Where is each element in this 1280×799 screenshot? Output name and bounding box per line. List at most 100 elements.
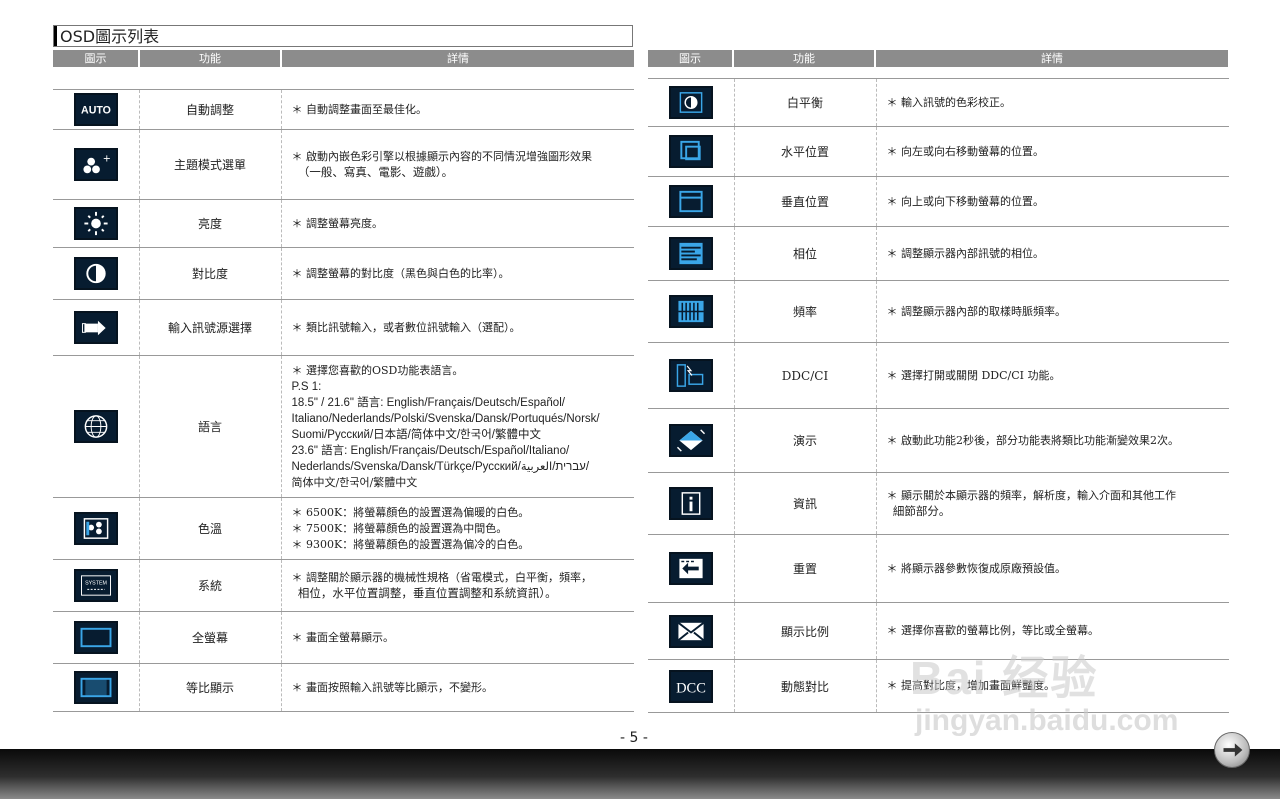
function-label: 重置 xyxy=(733,534,877,603)
info-icon xyxy=(668,487,713,520)
phase-icon xyxy=(668,237,713,270)
table-row: 頻率 ＊ 調整顯示器內部的取樣時脈頻率。 xyxy=(648,280,1229,343)
function-label: 等比顯示 xyxy=(138,663,282,712)
details-cell: ＊ 調整顯示器內部訊號的相位。 xyxy=(876,226,1229,281)
table-row: 重置 ＊ 將顯示器參數恢復成原廠預設值。 xyxy=(648,534,1229,603)
icon-cell xyxy=(648,226,734,281)
table-row: AUTO 自動調整 ＊ 自動調整畫面至最佳化。 xyxy=(53,89,634,130)
input-source-icon xyxy=(73,311,118,344)
details-text: 简体中文/한국어/繁體中文 xyxy=(291,475,418,489)
display-ratio-icon xyxy=(668,614,713,648)
details-cell: ＊ 畫面按照輸入訊號等比顯示，不變形。 xyxy=(281,663,634,712)
icon-cell xyxy=(53,199,139,248)
icon-cell xyxy=(648,472,734,535)
details-text: ＊ 啟動此功能2秒後，部分功能表將類比功能漸變效果2次。 xyxy=(886,433,1180,447)
table-row: 演示 ＊ 啟動此功能2秒後，部分功能表將類比功能漸變效果2次。 xyxy=(648,408,1229,473)
osd-table-right: 白平衡 ＊ 輸入訊號的色彩校正。 水平位置 ＊ 向左或向右移動螢幕的位置。 垂直位置 ＊ … xyxy=(648,78,1229,713)
icon-cell: DCC xyxy=(648,659,734,713)
details-cell: ＊ 啟動內嵌色彩引擎以根據顯示內容的不同情況增強圖形效果 （一般、寫真、電影、遊… xyxy=(281,129,634,200)
details-text: ＊ 調整螢幕亮度。 xyxy=(291,216,384,230)
table-row: 白平衡 ＊ 輸入訊號的色彩校正。 xyxy=(648,78,1229,127)
details-cell: ＊ 輸入訊號的色彩校正。 xyxy=(876,78,1229,127)
osd-table-left: AUTO 自動調整 ＊ 自動調整畫面至最佳化。 + 主題模式選單＊ 啟動內嵌色彩引擎以根… xyxy=(53,89,634,712)
function-label: 全螢幕 xyxy=(138,611,282,664)
details-cell: ＊ 調整關於顯示器的機械性規格（省電模式，白平衡，頻率， 相位，水平位置調整，垂… xyxy=(281,559,634,612)
function-label: 對比度 xyxy=(138,247,282,300)
function-label: 主題模式選單 xyxy=(138,129,282,200)
table-row: SYSTEM 系統＊ 調整關於顯示器的機械性規格（省電模式，白平衡，頻率， 相位，… xyxy=(53,559,634,612)
icon-cell xyxy=(648,534,734,603)
svg-text:AUTO: AUTO xyxy=(81,104,111,116)
ddc-ci-icon xyxy=(668,359,713,392)
table-row: 水平位置 ＊ 向左或向右移動螢幕的位置。 xyxy=(648,126,1229,177)
icon-cell: AUTO xyxy=(53,89,139,130)
details-text: ＊ 自動調整畫面至最佳化。 xyxy=(291,102,428,116)
details-text: ＊ 9300K：將螢幕顏色的設置選為偏冷的白色。 xyxy=(291,537,530,551)
function-label: 白平衡 xyxy=(733,78,877,127)
function-label: DDC/CI xyxy=(733,342,877,409)
arrow-right-icon xyxy=(1223,743,1243,757)
details-text: ＊ 將顯示器參數恢復成原廠預設值。 xyxy=(886,561,1067,575)
details-text: ＊ 選擇你喜歡的螢幕比例，等比或全螢幕。 xyxy=(886,624,1100,637)
details-cell: ＊ 調整顯示器內部的取樣時脈頻率。 xyxy=(876,280,1229,343)
icon-cell xyxy=(648,342,734,409)
details-text: ＊ 選擇打開或關閉 DDC/CI 功能。 xyxy=(886,368,1061,382)
function-label: 垂直位置 xyxy=(733,176,877,227)
svg-text:SYSTEM: SYSTEM xyxy=(85,581,107,587)
watermark-logo: Bai 经验 xyxy=(910,652,1099,704)
auto-icon: AUTO xyxy=(73,93,118,126)
icon-cell xyxy=(53,497,139,560)
language-globe-icon xyxy=(73,410,118,443)
table-row: 垂直位置 ＊ 向上或向下移動螢幕的位置。 xyxy=(648,176,1229,227)
icon-cell xyxy=(53,611,139,664)
function-label: 頻率 xyxy=(733,280,877,343)
table-row: DDC/CI ＊ 選擇打開或關閉 DDC/CI 功能。 xyxy=(648,342,1229,409)
theme-mode-icon: + xyxy=(73,148,118,181)
details-text: 細節部分。 xyxy=(886,505,951,518)
function-label: 色溫 xyxy=(138,497,282,560)
header-icon-col-right: 圖示 xyxy=(648,50,732,67)
watermark-url: jingyan.baidu.com xyxy=(915,704,1179,737)
white-balance-icon xyxy=(668,86,713,119)
details-cell: ＊ 畫面全螢幕顯示。 xyxy=(281,611,634,664)
function-label: 動態對比 xyxy=(733,659,877,713)
dcc-icon: DCC xyxy=(668,669,713,703)
icon-cell xyxy=(648,602,734,660)
table-row: 輸入訊號源選擇 ＊ 類比訊號輸入，或者數位訊號輸入（選配）。 xyxy=(53,299,634,356)
page-number: - 5 - xyxy=(620,730,648,746)
function-label: 自動調整 xyxy=(138,89,282,130)
details-text: ＊ 7500K：將螢幕顏色的設置選為中間色。 xyxy=(291,521,508,535)
details-text: ＊ 向左或向右移動螢幕的位置。 xyxy=(886,144,1045,158)
contrast-icon xyxy=(73,257,118,290)
details-text: Suomi/Русский/日本語/简体中文/한국어/繁體中文 xyxy=(291,428,541,441)
aspect-ratio-icon xyxy=(73,671,118,704)
details-cell: ＊ 將顯示器參數恢復成原廠預設值。 xyxy=(876,534,1229,603)
header-function-col: 功能 xyxy=(140,50,280,67)
demo-icon xyxy=(668,424,713,457)
svg-text:+: + xyxy=(103,154,111,165)
v-position-icon xyxy=(668,185,713,218)
details-text: Italiano/Nederlands/Polski/Svenska/Dansk… xyxy=(291,412,600,425)
function-label: 水平位置 xyxy=(733,126,877,177)
table-row: 資訊＊ 顯示關於本顯示器的頻率，解析度，輸入介面和其他工作 細節部分。 xyxy=(648,472,1229,535)
details-text: ＊ 向上或向下移動螢幕的位置。 xyxy=(886,194,1045,208)
function-label: 演示 xyxy=(733,408,877,473)
details-text: 相位，水平位置調整，垂直位置調整和系統資訊）。 xyxy=(291,587,557,600)
header-details-col-right: 詳情 xyxy=(876,50,1228,67)
icon-cell xyxy=(53,663,139,712)
icon-cell xyxy=(53,299,139,356)
details-cell: ＊ 向左或向右移動螢幕的位置。 xyxy=(876,126,1229,177)
details-text: ＊ 6500K：將螢幕顏色的設置選為偏暖的白色。 xyxy=(291,505,530,519)
next-page-button[interactable] xyxy=(1214,732,1250,768)
full-screen-icon xyxy=(73,621,118,654)
function-label: 系統 xyxy=(138,559,282,612)
icon-cell xyxy=(648,126,734,177)
details-text: ＊ 調整顯示器內部的取樣時脈頻率。 xyxy=(886,304,1067,318)
brightness-icon xyxy=(73,207,118,240)
details-text: 18.5" / 21.6" 語言: English/Français/Deuts… xyxy=(291,396,565,409)
function-label: 相位 xyxy=(733,226,877,281)
table-row: 色溫 ＊ 6500K：將螢幕顏色的設置選為偏暖的白色。 ＊ 7500K：將螢幕顏色的… xyxy=(53,497,634,560)
icon-cell: + xyxy=(53,129,139,200)
header-details-col: 詳情 xyxy=(282,50,634,67)
details-cell: ＊ 選擇您喜歡的OSD功能表語言。 P.S 1: 18.5" / 21.6" 語言:… xyxy=(281,355,634,498)
